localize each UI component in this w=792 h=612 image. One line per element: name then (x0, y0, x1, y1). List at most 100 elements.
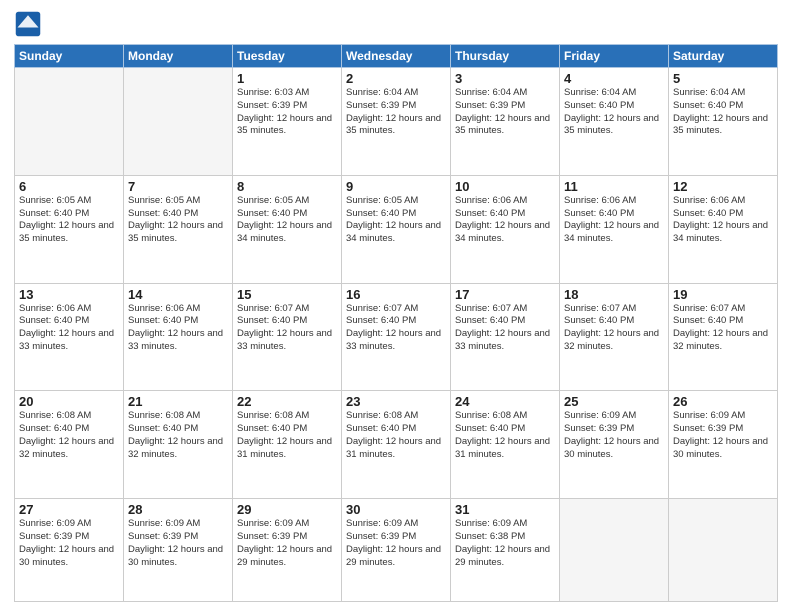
day-info: Sunrise: 6:09 AM Sunset: 6:39 PM Dayligh… (237, 518, 337, 569)
day-info: Sunrise: 6:09 AM Sunset: 6:39 PM Dayligh… (128, 518, 228, 569)
weekday-header-sunday: Sunday (15, 45, 124, 68)
day-number: 18 (564, 287, 664, 302)
day-info: Sunrise: 6:08 AM Sunset: 6:40 PM Dayligh… (346, 410, 446, 461)
day-number: 23 (346, 394, 446, 409)
calendar-cell: 13Sunrise: 6:06 AM Sunset: 6:40 PM Dayli… (15, 283, 124, 391)
calendar-week-row: 1Sunrise: 6:03 AM Sunset: 6:39 PM Daylig… (15, 68, 778, 176)
day-number: 19 (673, 287, 773, 302)
day-info: Sunrise: 6:04 AM Sunset: 6:39 PM Dayligh… (346, 87, 446, 138)
calendar-cell: 21Sunrise: 6:08 AM Sunset: 6:40 PM Dayli… (124, 391, 233, 499)
calendar-cell (15, 68, 124, 176)
day-info: Sunrise: 6:07 AM Sunset: 6:40 PM Dayligh… (673, 303, 773, 354)
day-number: 11 (564, 179, 664, 194)
day-number: 25 (564, 394, 664, 409)
day-number: 2 (346, 71, 446, 86)
calendar-cell: 9Sunrise: 6:05 AM Sunset: 6:40 PM Daylig… (342, 175, 451, 283)
calendar-week-row: 13Sunrise: 6:06 AM Sunset: 6:40 PM Dayli… (15, 283, 778, 391)
day-number: 4 (564, 71, 664, 86)
day-number: 6 (19, 179, 119, 194)
calendar-cell: 16Sunrise: 6:07 AM Sunset: 6:40 PM Dayli… (342, 283, 451, 391)
day-info: Sunrise: 6:09 AM Sunset: 6:38 PM Dayligh… (455, 518, 555, 569)
day-info: Sunrise: 6:09 AM Sunset: 6:39 PM Dayligh… (346, 518, 446, 569)
day-info: Sunrise: 6:07 AM Sunset: 6:40 PM Dayligh… (237, 303, 337, 354)
day-info: Sunrise: 6:06 AM Sunset: 6:40 PM Dayligh… (673, 195, 773, 246)
calendar-cell (124, 68, 233, 176)
day-info: Sunrise: 6:03 AM Sunset: 6:39 PM Dayligh… (237, 87, 337, 138)
calendar-cell: 27Sunrise: 6:09 AM Sunset: 6:39 PM Dayli… (15, 499, 124, 602)
day-number: 8 (237, 179, 337, 194)
day-info: Sunrise: 6:09 AM Sunset: 6:39 PM Dayligh… (19, 518, 119, 569)
calendar-cell: 31Sunrise: 6:09 AM Sunset: 6:38 PM Dayli… (451, 499, 560, 602)
calendar-cell: 18Sunrise: 6:07 AM Sunset: 6:40 PM Dayli… (560, 283, 669, 391)
day-number: 29 (237, 502, 337, 517)
calendar-week-row: 20Sunrise: 6:08 AM Sunset: 6:40 PM Dayli… (15, 391, 778, 499)
page-header (14, 10, 778, 38)
day-info: Sunrise: 6:05 AM Sunset: 6:40 PM Dayligh… (19, 195, 119, 246)
calendar-cell: 4Sunrise: 6:04 AM Sunset: 6:40 PM Daylig… (560, 68, 669, 176)
day-info: Sunrise: 6:06 AM Sunset: 6:40 PM Dayligh… (128, 303, 228, 354)
calendar-cell: 20Sunrise: 6:08 AM Sunset: 6:40 PM Dayli… (15, 391, 124, 499)
day-number: 3 (455, 71, 555, 86)
day-info: Sunrise: 6:08 AM Sunset: 6:40 PM Dayligh… (128, 410, 228, 461)
weekday-header-wednesday: Wednesday (342, 45, 451, 68)
day-number: 28 (128, 502, 228, 517)
day-info: Sunrise: 6:06 AM Sunset: 6:40 PM Dayligh… (564, 195, 664, 246)
day-number: 5 (673, 71, 773, 86)
day-info: Sunrise: 6:04 AM Sunset: 6:40 PM Dayligh… (564, 87, 664, 138)
day-number: 30 (346, 502, 446, 517)
calendar-week-row: 27Sunrise: 6:09 AM Sunset: 6:39 PM Dayli… (15, 499, 778, 602)
day-number: 12 (673, 179, 773, 194)
calendar-cell: 26Sunrise: 6:09 AM Sunset: 6:39 PM Dayli… (669, 391, 778, 499)
day-info: Sunrise: 6:07 AM Sunset: 6:40 PM Dayligh… (564, 303, 664, 354)
weekday-header-tuesday: Tuesday (233, 45, 342, 68)
day-info: Sunrise: 6:06 AM Sunset: 6:40 PM Dayligh… (455, 195, 555, 246)
calendar-cell: 7Sunrise: 6:05 AM Sunset: 6:40 PM Daylig… (124, 175, 233, 283)
day-info: Sunrise: 6:07 AM Sunset: 6:40 PM Dayligh… (455, 303, 555, 354)
calendar-cell (669, 499, 778, 602)
calendar-cell: 30Sunrise: 6:09 AM Sunset: 6:39 PM Dayli… (342, 499, 451, 602)
calendar-cell: 1Sunrise: 6:03 AM Sunset: 6:39 PM Daylig… (233, 68, 342, 176)
logo-icon (14, 10, 42, 38)
day-info: Sunrise: 6:05 AM Sunset: 6:40 PM Dayligh… (346, 195, 446, 246)
logo (14, 10, 44, 38)
weekday-header-saturday: Saturday (669, 45, 778, 68)
calendar-cell: 17Sunrise: 6:07 AM Sunset: 6:40 PM Dayli… (451, 283, 560, 391)
calendar-cell: 23Sunrise: 6:08 AM Sunset: 6:40 PM Dayli… (342, 391, 451, 499)
day-number: 13 (19, 287, 119, 302)
calendar-cell: 6Sunrise: 6:05 AM Sunset: 6:40 PM Daylig… (15, 175, 124, 283)
day-number: 1 (237, 71, 337, 86)
calendar-cell: 8Sunrise: 6:05 AM Sunset: 6:40 PM Daylig… (233, 175, 342, 283)
calendar-cell: 2Sunrise: 6:04 AM Sunset: 6:39 PM Daylig… (342, 68, 451, 176)
day-number: 22 (237, 394, 337, 409)
day-number: 24 (455, 394, 555, 409)
day-number: 10 (455, 179, 555, 194)
calendar-table: SundayMondayTuesdayWednesdayThursdayFrid… (14, 44, 778, 602)
day-info: Sunrise: 6:08 AM Sunset: 6:40 PM Dayligh… (455, 410, 555, 461)
day-number: 9 (346, 179, 446, 194)
weekday-header-thursday: Thursday (451, 45, 560, 68)
calendar-cell: 15Sunrise: 6:07 AM Sunset: 6:40 PM Dayli… (233, 283, 342, 391)
calendar-cell (560, 499, 669, 602)
calendar-cell: 19Sunrise: 6:07 AM Sunset: 6:40 PM Dayli… (669, 283, 778, 391)
day-info: Sunrise: 6:09 AM Sunset: 6:39 PM Dayligh… (673, 410, 773, 461)
day-info: Sunrise: 6:04 AM Sunset: 6:39 PM Dayligh… (455, 87, 555, 138)
day-number: 16 (346, 287, 446, 302)
calendar-cell: 22Sunrise: 6:08 AM Sunset: 6:40 PM Dayli… (233, 391, 342, 499)
day-info: Sunrise: 6:06 AM Sunset: 6:40 PM Dayligh… (19, 303, 119, 354)
day-number: 31 (455, 502, 555, 517)
calendar-cell: 12Sunrise: 6:06 AM Sunset: 6:40 PM Dayli… (669, 175, 778, 283)
calendar-cell: 14Sunrise: 6:06 AM Sunset: 6:40 PM Dayli… (124, 283, 233, 391)
calendar-cell: 5Sunrise: 6:04 AM Sunset: 6:40 PM Daylig… (669, 68, 778, 176)
calendar-week-row: 6Sunrise: 6:05 AM Sunset: 6:40 PM Daylig… (15, 175, 778, 283)
calendar-cell: 11Sunrise: 6:06 AM Sunset: 6:40 PM Dayli… (560, 175, 669, 283)
day-number: 27 (19, 502, 119, 517)
calendar-cell: 10Sunrise: 6:06 AM Sunset: 6:40 PM Dayli… (451, 175, 560, 283)
calendar-cell: 24Sunrise: 6:08 AM Sunset: 6:40 PM Dayli… (451, 391, 560, 499)
calendar-cell: 28Sunrise: 6:09 AM Sunset: 6:39 PM Dayli… (124, 499, 233, 602)
day-info: Sunrise: 6:04 AM Sunset: 6:40 PM Dayligh… (673, 87, 773, 138)
day-number: 20 (19, 394, 119, 409)
weekday-header-friday: Friday (560, 45, 669, 68)
day-info: Sunrise: 6:08 AM Sunset: 6:40 PM Dayligh… (19, 410, 119, 461)
day-info: Sunrise: 6:08 AM Sunset: 6:40 PM Dayligh… (237, 410, 337, 461)
calendar-cell: 25Sunrise: 6:09 AM Sunset: 6:39 PM Dayli… (560, 391, 669, 499)
